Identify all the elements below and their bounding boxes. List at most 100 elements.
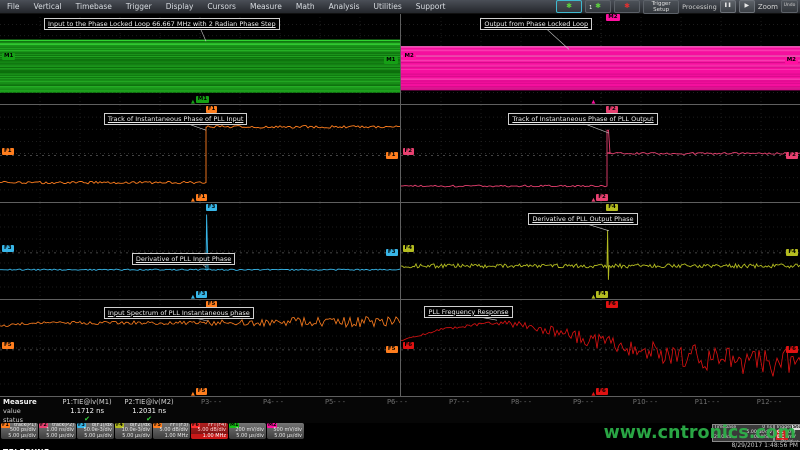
trigger-marker-F3: ▲	[191, 294, 195, 299]
trace-tag-left-F4[interactable]: F4	[403, 245, 415, 252]
panel-derivative-output-phase[interactable]: Derivative of PLL Output PhaseF4F4F4F4▲	[401, 203, 800, 299]
zoom-label: Zoom	[758, 3, 778, 11]
measure-name-p10[interactable]: P10- - -	[614, 398, 676, 406]
descriptor-F1[interactable]: F1track(P1)500 ps/div5.00 µs/div	[1, 423, 38, 439]
trace-tag-left-F5[interactable]: F5	[2, 342, 14, 349]
measure-name-p3[interactable]: P3- - -	[180, 398, 242, 406]
descriptor-M2[interactable]: M2500 mV/div5.00 µs/div	[267, 423, 304, 439]
menu-item-file[interactable]: File	[0, 0, 27, 13]
trace-tag-left-F6[interactable]: F6	[403, 342, 415, 349]
measure-name-p9[interactable]: P9- - -	[552, 398, 614, 406]
menu-item-measure[interactable]: Measure	[243, 0, 289, 13]
trace-tag-left-M2[interactable]: M2	[403, 53, 416, 60]
play-button[interactable]: ▶	[739, 0, 755, 13]
trace-tag-top-F4[interactable]: F4	[606, 204, 618, 211]
oscilloscope-screen: FileVerticalTimebaseTriggerDisplayCursor…	[0, 0, 800, 450]
trigger-marker-F6: ▲	[591, 391, 595, 396]
panel-pll-input-signal[interactable]: Input to the Phase Locked Loop 66.667 MH…	[0, 13, 400, 104]
measure-name-p4[interactable]: P4- - -	[242, 398, 304, 406]
trace-tag-bottom-F4[interactable]: F4	[596, 291, 608, 298]
measure-name-p2[interactable]: P2:TIE@lv(M2)	[118, 398, 180, 406]
trigger-marker-M2: ▲	[591, 99, 595, 104]
trace-tag-bottom-F3[interactable]: F3	[196, 291, 208, 298]
trace-tag-bottom-F1[interactable]: F1	[196, 194, 208, 201]
descriptor-hscale-F5: 1.00 MHz	[153, 434, 190, 440]
trigger-setup-button[interactable]: Trigger Setup	[643, 0, 679, 14]
trace-tag-right-F2[interactable]: F2	[786, 152, 798, 159]
panel-title-pll-frequency-response: PLL Frequency Response	[424, 306, 512, 318]
trace-tag-bottom-F6[interactable]: F6	[596, 388, 608, 395]
menu-item-support[interactable]: Support	[409, 0, 453, 13]
panel-input-phase-spectrum[interactable]: Input Spectrum of PLL Instantaneous phas…	[0, 300, 400, 396]
panel-title-track-output-phase: Track of Instantaneous Phase of PLL Outp…	[508, 113, 657, 125]
menu-item-vertical[interactable]: Vertical	[27, 0, 69, 13]
descriptor-hscale-F6: 1.00 MHz	[191, 434, 228, 440]
measure-name-p6[interactable]: P6- - -	[366, 398, 428, 406]
measure-name-p8[interactable]: P8- - -	[490, 398, 552, 406]
menu-item-utilities[interactable]: Utilities	[367, 0, 409, 13]
menu-item-timebase[interactable]: Timebase	[69, 0, 119, 13]
panel-pll-output-signal[interactable]: Output from Phase Locked Loop M2 M2 M2 ▲	[401, 13, 800, 104]
menu-item-trigger[interactable]: Trigger	[119, 0, 159, 13]
waveform-svg-M2	[401, 13, 800, 104]
trace-tag-left-M1[interactable]: M1	[2, 53, 15, 60]
trace-tag-right-F3[interactable]: F3	[386, 249, 398, 256]
descriptor-F5[interactable]: F5FFT(F3)5.00 dB/div1.00 MHz	[153, 423, 190, 439]
panel-title-derivative-input-phase: Derivative of PLL Input Phase	[132, 253, 235, 265]
top-controls: ✱ ✱1 ✱ Trigger Setup Processing ❚❚ ▶ Zoo…	[556, 0, 798, 13]
measure-name-p11[interactable]: P11- - -	[676, 398, 738, 406]
trigger-marker-F2: ▲	[591, 197, 595, 202]
trace-tag-bottom-F2[interactable]: F2	[596, 194, 608, 201]
panel-title-track-input-phase: Track of Instantaneous Phase of PLL Inpu…	[104, 113, 248, 125]
descriptor-F6[interactable]: F6FFT(F4)5.00 dB/div1.00 MHz	[191, 423, 228, 439]
descriptor-hscale-M2: 5.00 µs/div	[267, 434, 304, 440]
measure-value-p2: 1.2031 ns	[118, 407, 180, 415]
trigger-marker-F5: ▲	[191, 391, 195, 396]
trace-tag-top-M2[interactable]: M2	[606, 14, 619, 21]
stop-icon[interactable]: ✱	[614, 0, 640, 13]
trace-tag-right-F4[interactable]: F4	[786, 249, 798, 256]
descriptor-hscale-F2: 5.00 µs/div	[39, 434, 76, 440]
trace-tag-right-M1[interactable]: M1	[384, 57, 397, 64]
panel-track-output-phase[interactable]: Track of Instantaneous Phase of PLL Outp…	[401, 105, 800, 202]
trace-tag-right-F5[interactable]: F5	[386, 346, 398, 353]
trace-tag-right-F1[interactable]: F1	[386, 152, 398, 159]
trace-tag-right-M2[interactable]: M2	[785, 57, 798, 64]
panel-title-pll-output-signal: Output from Phase Locked Loop	[480, 18, 592, 30]
measure-status-p2: ✔	[118, 416, 180, 423]
undo-button[interactable]: Undo	[781, 0, 798, 13]
menu-item-cursors[interactable]: Cursors	[200, 0, 243, 13]
trace-tag-top-F6[interactable]: F6	[606, 301, 618, 308]
panel-title-derivative-output-phase: Derivative of PLL Output Phase	[528, 213, 637, 225]
datetime-label: 8/29/2017 1:48:56 PM	[731, 442, 798, 449]
measure-name-p7[interactable]: P7- - -	[428, 398, 490, 406]
wavescan-icon[interactable]: ✱	[556, 0, 582, 13]
trace-tag-left-F2[interactable]: F2	[403, 148, 415, 155]
measure-icon[interactable]: ✱1	[585, 0, 611, 13]
measure-name-p12[interactable]: P12- - -	[738, 398, 800, 406]
watermark: www.cntronics.com	[604, 423, 796, 443]
measure-table: MeasureP1:TIE@lv(M1)P2:TIE@lv(M2)P3- - -…	[0, 397, 800, 423]
trace-tag-left-F3[interactable]: F3	[2, 245, 14, 252]
descriptor-hscale-M1: 5.00 µs/div	[229, 434, 266, 440]
trace-tag-bottom-F5[interactable]: F5	[196, 388, 208, 395]
menu-item-display[interactable]: Display	[159, 0, 201, 13]
panel-derivative-input-phase[interactable]: Derivative of PLL Input PhaseF3F3F3F3▲	[0, 203, 400, 299]
trace-tag-right-F6[interactable]: F6	[786, 346, 798, 353]
measure-row-label-Measure: Measure	[0, 398, 56, 406]
trace-tag-left-F1[interactable]: F1	[2, 148, 14, 155]
menu-item-math[interactable]: Math	[289, 0, 322, 13]
trace-tag-top-F3[interactable]: F3	[206, 204, 218, 211]
menu-item-analysis[interactable]: Analysis	[322, 0, 367, 13]
panel-track-input-phase[interactable]: Track of Instantaneous Phase of PLL Inpu…	[0, 105, 400, 202]
descriptor-F3[interactable]: F3d(F1)/dx50.0e-3/div5.00 µs/div	[77, 423, 114, 439]
measure-name-p5[interactable]: P5- - -	[304, 398, 366, 406]
panel-pll-frequency-response[interactable]: PLL Frequency ResponseF6F6F6F6▲	[401, 300, 800, 396]
measure-name-p1[interactable]: P1:TIE@lv(M1)	[56, 398, 118, 406]
descriptor-row: F1track(P1)500 ps/div5.00 µs/divF2track(…	[1, 423, 304, 440]
trace-tag-bottom-M1[interactable]: M1	[196, 96, 209, 103]
descriptor-M1[interactable]: M1200 mV/div5.00 µs/div	[229, 423, 266, 439]
descriptor-F2[interactable]: F2track(P2)1.00 ns/div5.00 µs/div	[39, 423, 76, 439]
pause-button[interactable]: ❚❚	[720, 0, 736, 13]
descriptor-F4[interactable]: F4d(F2)/dx10.0e-3/div5.00 µs/div	[115, 423, 152, 439]
